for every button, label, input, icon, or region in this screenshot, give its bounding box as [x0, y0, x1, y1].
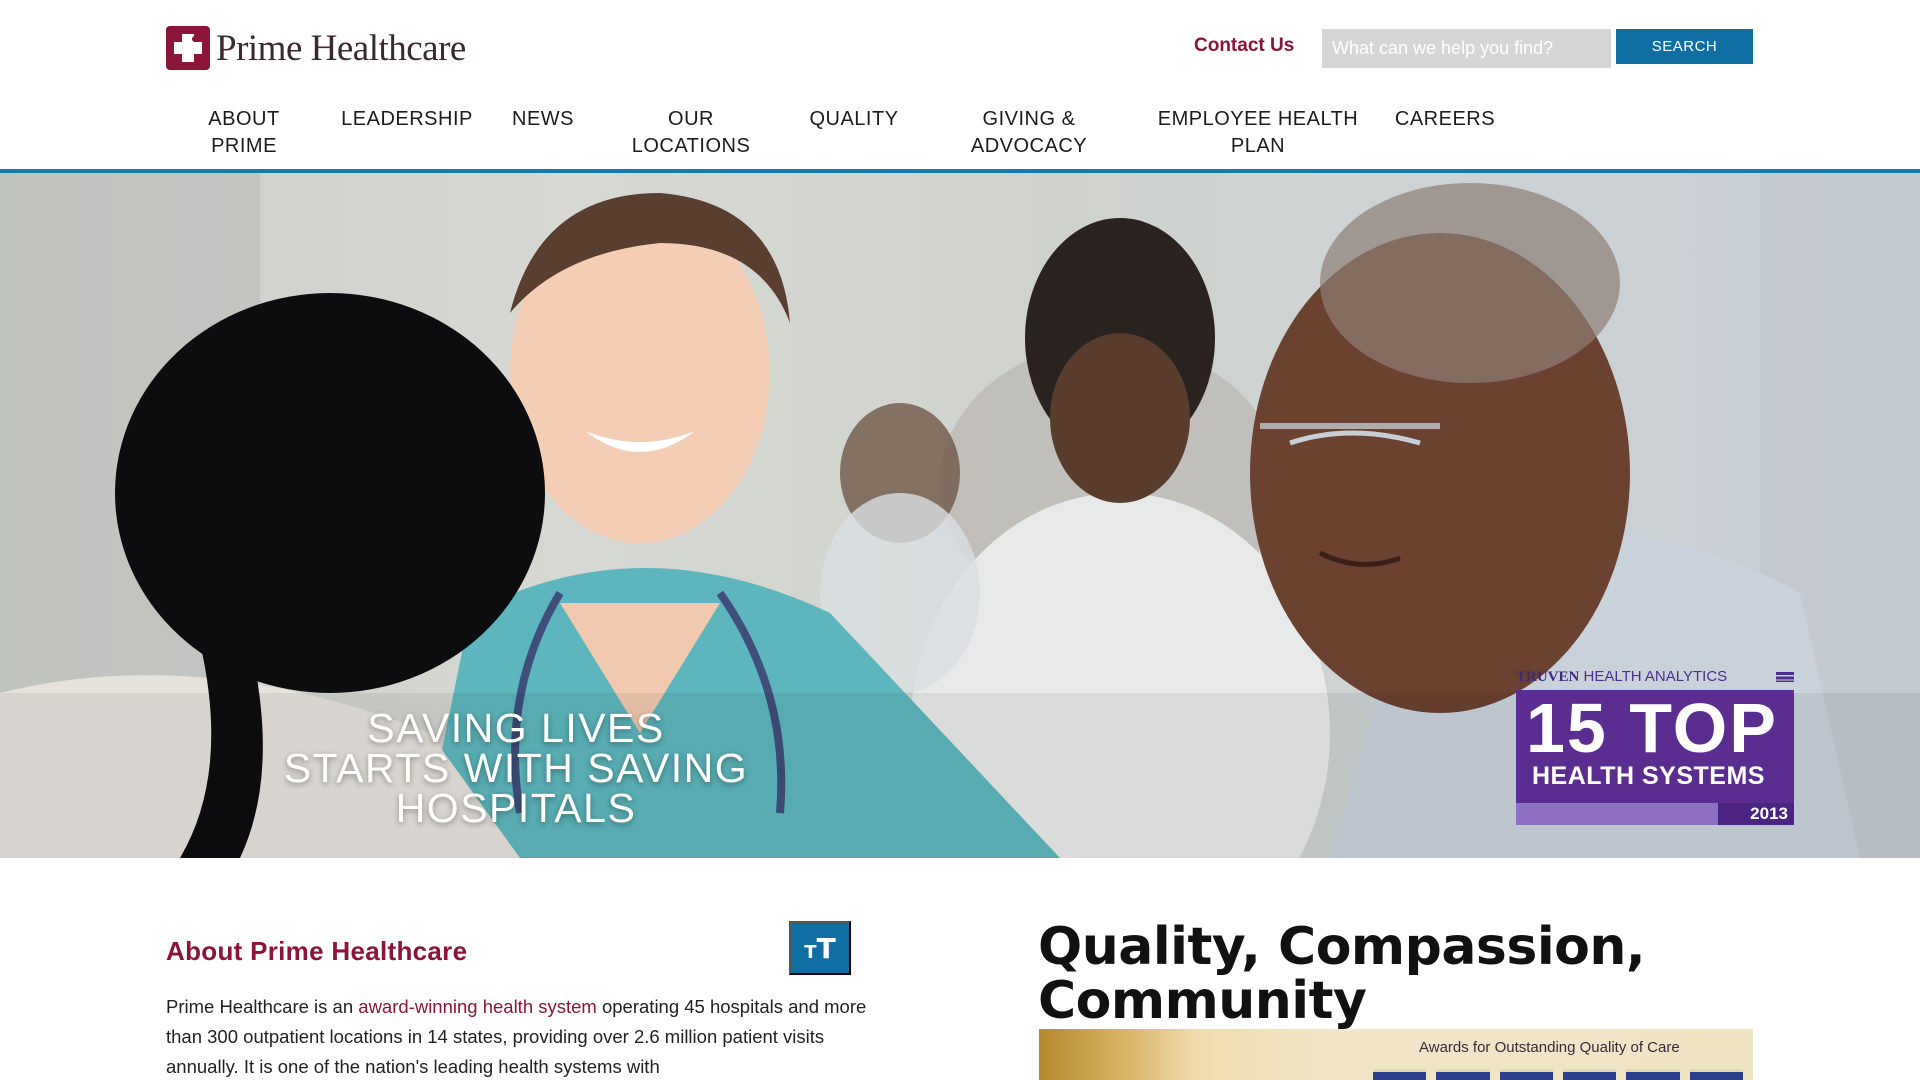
nav-label: LOCATIONS	[631, 135, 751, 157]
text-size-button[interactable]: TT	[789, 921, 851, 975]
nav-label: NEWS	[512, 108, 574, 130]
hero-headline-line2: STARTS WITH SAVING HOSPITALS	[283, 745, 749, 831]
nav-item-employee-health-plan[interactable]: EMPLOYEE HEALTH PLAN	[1152, 106, 1364, 160]
awards-banner[interactable]: Awards for Outstanding Quality of Care	[1039, 1029, 1753, 1080]
nav-label: ABOUT	[208, 108, 280, 130]
main-nav: ABOUT PRIME LEADERSHIP NEWS OUR LOCATION…	[0, 106, 1920, 166]
site-logo[interactable]: Prime Healthcare	[166, 26, 466, 70]
award-plaque	[1626, 1069, 1680, 1080]
awards-strip	[1373, 1069, 1743, 1080]
award-plaque	[1436, 1069, 1490, 1080]
nav-label: OUR	[668, 108, 714, 130]
award-plaque	[1373, 1069, 1427, 1080]
site-header: Prime Healthcare Contact Us SEARCH ABOUT…	[0, 0, 1920, 172]
hero-headline: SAVING LIVES STARTS WITH SAVING HOSPITAL…	[166, 705, 866, 831]
nav-item-careers[interactable]: CAREERS	[1390, 106, 1500, 133]
nav-item-leadership[interactable]: LEADERSHIP	[336, 106, 478, 133]
about-text-start: Prime Healthcare is an	[166, 996, 359, 1017]
contact-us-link[interactable]: Contact Us	[1194, 35, 1294, 57]
award-plaque	[1562, 1069, 1617, 1080]
award-sub-text: HEALTH SYSTEMS	[1532, 762, 1765, 790]
logo-cross-icon	[166, 26, 210, 70]
nav-label: EMPLOYEE HEALTH	[1157, 108, 1359, 130]
award-plaque	[1499, 1069, 1553, 1080]
nav-item-quality[interactable]: QUALITY	[800, 106, 908, 133]
nav-label: ADVOCACY	[970, 135, 1088, 157]
about-paragraph: Prime Healthcare is an award-winning hea…	[166, 992, 886, 1080]
hero-headline-line1: SAVING LIVES	[367, 705, 665, 751]
about-heading: About Prime Healthcare	[166, 936, 468, 966]
truven-award-badge[interactable]: TRUVEN HEALTH ANALYTICS 15 TOP HEALTH SY…	[1516, 667, 1794, 825]
award-big-text: 15 TOP	[1526, 689, 1778, 767]
nav-label: CAREERS	[1394, 108, 1496, 130]
award-brand-bold: TRUVEN	[1516, 669, 1580, 685]
award-brand-rest: HEALTH ANALYTICS	[1583, 668, 1728, 685]
nav-item-news[interactable]: NEWS	[506, 106, 580, 133]
nav-label: QUALITY	[809, 108, 899, 130]
search-button[interactable]: SEARCH	[1616, 29, 1753, 64]
nav-label: LEADERSHIP	[341, 108, 473, 130]
award-plaque	[1689, 1069, 1743, 1080]
nav-label: PRIME	[211, 135, 277, 157]
nav-item-about-prime[interactable]: ABOUT PRIME	[198, 106, 290, 160]
award-bar-light	[1516, 803, 1718, 825]
nav-label: PLAN	[1230, 135, 1286, 157]
logo-text: Prime Healthcare	[216, 27, 466, 69]
awards-banner-text: Awards for Outstanding Quality of Care	[1419, 1039, 1680, 1056]
award-year: 2013	[1750, 804, 1788, 823]
search-input[interactable]	[1322, 29, 1611, 68]
nav-label: GIVING &	[982, 108, 1076, 130]
award-winning-link[interactable]: award-winning health system	[358, 996, 597, 1017]
nav-item-our-locations[interactable]: OUR LOCATIONS	[624, 106, 758, 160]
nav-item-giving-advocacy[interactable]: GIVING & ADVOCACY	[964, 106, 1094, 160]
award-brand: TRUVEN HEALTH ANALYTICS	[1516, 667, 1794, 687]
text-size-icon: TT	[804, 931, 836, 965]
award-box: 15 TOP HEALTH SYSTEMS 2013	[1516, 689, 1794, 825]
quality-heading: Quality, Compassion, Community	[1038, 917, 1646, 1031]
hero-banner[interactable]: SAVING LIVES STARTS WITH SAVING HOSPITAL…	[0, 173, 1920, 858]
truven-flag-icon	[1776, 672, 1794, 682]
